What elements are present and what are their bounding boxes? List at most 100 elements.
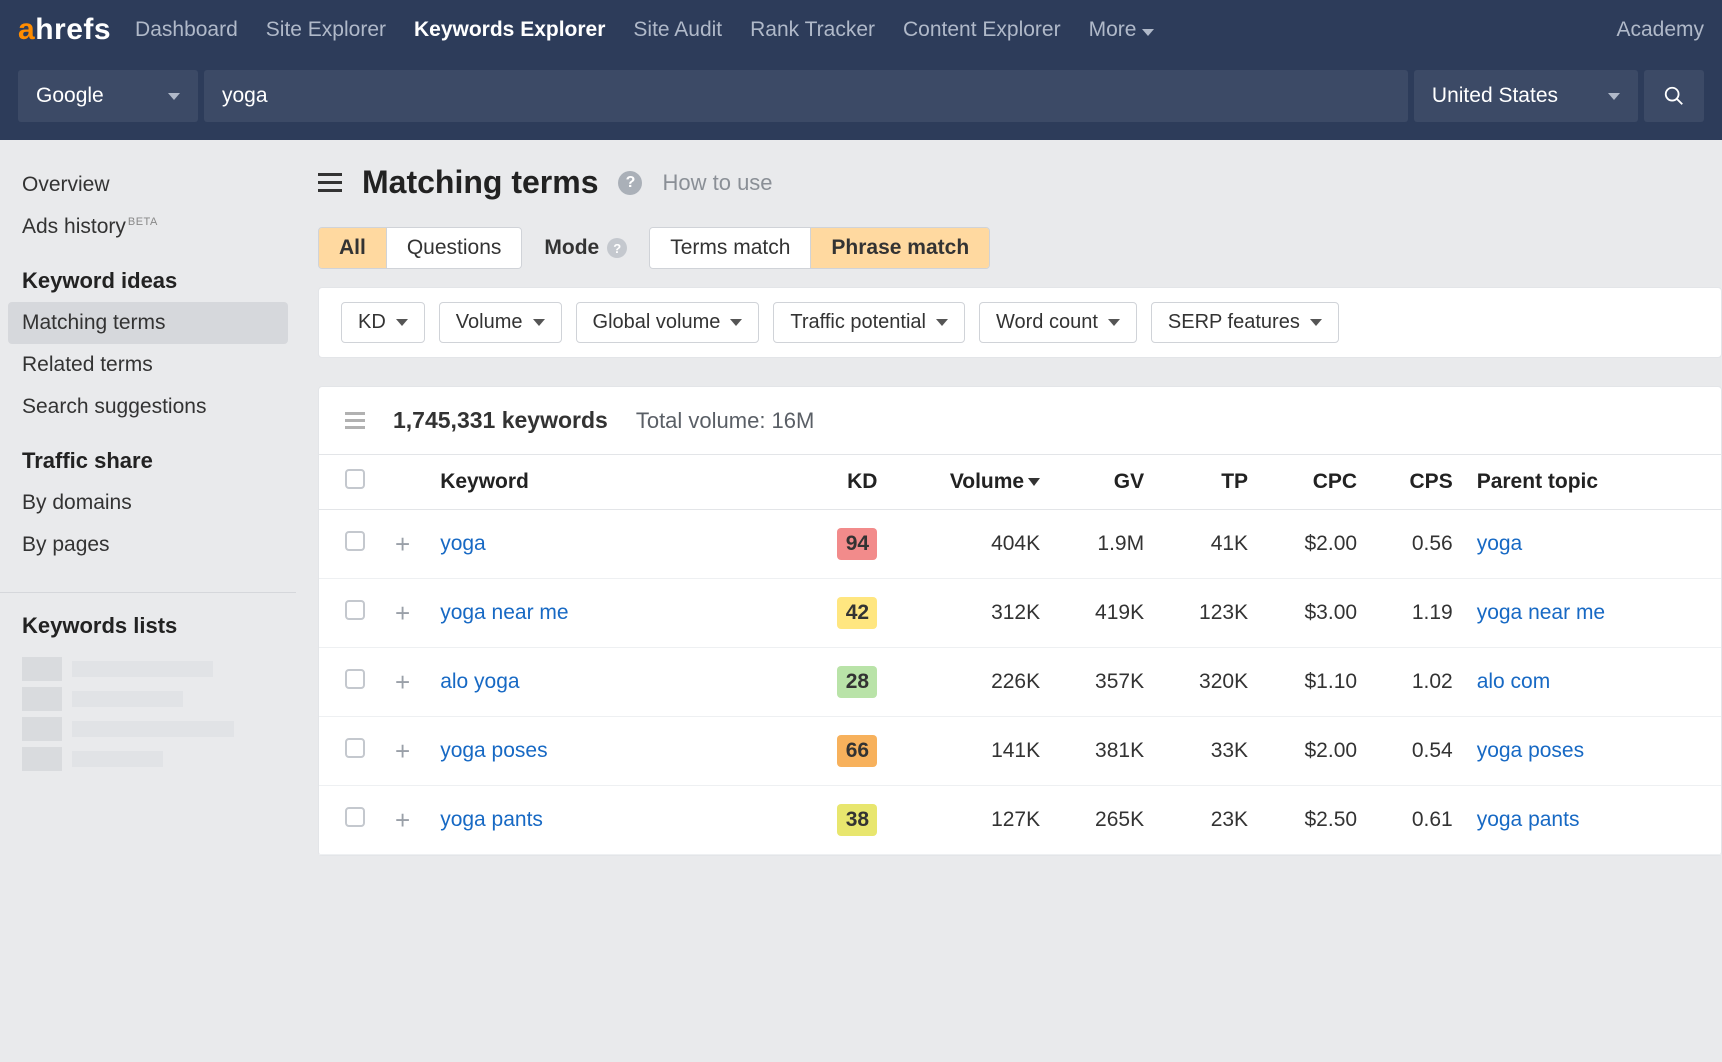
nav-academy[interactable]: Academy xyxy=(1616,18,1704,42)
expand-button[interactable]: + xyxy=(389,805,416,835)
keywords-table: KeywordKDVolumeGVTPCPCCPSParent topic + y… xyxy=(319,454,1721,855)
col-cps[interactable]: CPS xyxy=(1369,455,1465,510)
sidebar-item-search-suggestions[interactable]: Search suggestions xyxy=(0,386,296,428)
keyword-input-wrap[interactable] xyxy=(204,70,1408,122)
chevron-down-icon xyxy=(1608,93,1620,100)
cell-volume: 312K xyxy=(889,579,1052,648)
cell-tp: 41K xyxy=(1156,510,1260,579)
nav-site-explorer[interactable]: Site Explorer xyxy=(266,18,386,42)
cell-volume: 141K xyxy=(889,717,1052,786)
sidebar-item-related-terms[interactable]: Related terms xyxy=(0,344,296,386)
how-to-use-link[interactable]: How to use xyxy=(662,170,772,196)
select-all-checkbox[interactable] xyxy=(345,469,365,489)
sidebar-item-overview[interactable]: Overview xyxy=(0,164,296,206)
col-keyword[interactable]: Keyword xyxy=(428,455,798,510)
sidebar-item-by-domains[interactable]: By domains xyxy=(0,482,296,524)
row-checkbox[interactable] xyxy=(345,807,365,827)
search-button[interactable] xyxy=(1644,70,1704,122)
mode-segment: Terms matchPhrase match xyxy=(649,227,990,269)
sidebar-item-ads-history[interactable]: Ads historyBETA xyxy=(0,206,296,248)
col-gv[interactable]: GV xyxy=(1052,455,1156,510)
col-cpc[interactable]: CPC xyxy=(1260,455,1369,510)
search-engine-select[interactable]: Google xyxy=(18,70,198,122)
parent-topic-link[interactable]: yoga poses xyxy=(1477,739,1584,762)
parent-topic-link[interactable]: yoga near me xyxy=(1477,601,1605,624)
expand-button[interactable]: + xyxy=(389,598,416,628)
logo-rest: hrefs xyxy=(35,13,111,46)
view-toggles: AllQuestions Mode ? Terms matchPhrase ma… xyxy=(318,227,1722,269)
col-volume[interactable]: Volume xyxy=(889,455,1052,510)
chevron-down-icon xyxy=(1108,319,1120,326)
keyword-link[interactable]: yoga xyxy=(440,532,486,555)
row-checkbox[interactable] xyxy=(345,600,365,620)
filter-word-count[interactable]: Word count xyxy=(979,302,1137,343)
col-parent-topic[interactable]: Parent topic xyxy=(1465,455,1721,510)
seg-questions[interactable]: Questions xyxy=(387,228,522,268)
parent-topic-link[interactable]: alo com xyxy=(1477,670,1551,693)
row-checkbox[interactable] xyxy=(345,669,365,689)
kd-badge: 66 xyxy=(837,735,877,767)
chevron-down-icon xyxy=(936,319,948,326)
keyword-link[interactable]: yoga poses xyxy=(440,739,547,762)
nav-dashboard[interactable]: Dashboard xyxy=(135,18,238,42)
keyword-link[interactable]: yoga pants xyxy=(440,808,543,831)
page-title: Matching terms xyxy=(362,164,598,201)
country-label: United States xyxy=(1432,84,1558,108)
menu-icon[interactable] xyxy=(318,173,342,192)
keyword-link[interactable]: yoga near me xyxy=(440,601,568,624)
filter-serp-features[interactable]: SERP features xyxy=(1151,302,1339,343)
seg-all[interactable]: All xyxy=(319,228,387,268)
cell-volume: 226K xyxy=(889,648,1052,717)
chevron-down-icon xyxy=(168,93,180,100)
help-icon[interactable]: ? xyxy=(607,238,627,258)
cell-cpc: $2.50 xyxy=(1260,786,1369,855)
sidebar-item-by-pages[interactable]: By pages xyxy=(0,524,296,566)
filter-label: Volume xyxy=(456,311,523,334)
parent-topic-link[interactable]: yoga pants xyxy=(1477,808,1580,831)
cell-gv: 419K xyxy=(1052,579,1156,648)
sidebar-heading-traffic-share: Traffic share xyxy=(0,428,296,482)
filter-global-volume[interactable]: Global volume xyxy=(576,302,760,343)
col-tp[interactable]: TP xyxy=(1156,455,1260,510)
table-row: +yoga pants38127K265K23K$2.500.61yoga pa… xyxy=(319,786,1721,855)
parent-topic-link[interactable]: yoga xyxy=(1477,532,1523,555)
cell-volume: 127K xyxy=(889,786,1052,855)
cell-cps: 0.54 xyxy=(1369,717,1465,786)
expand-button[interactable]: + xyxy=(389,529,416,559)
col-kd[interactable]: KD xyxy=(798,455,889,510)
seg-phrase-match[interactable]: Phrase match xyxy=(811,228,989,268)
keyword-input[interactable] xyxy=(222,84,1390,108)
cell-cpc: $1.10 xyxy=(1260,648,1369,717)
filter-traffic-potential[interactable]: Traffic potential xyxy=(773,302,965,343)
filter-label: Global volume xyxy=(593,311,721,334)
expand-button[interactable]: + xyxy=(389,667,416,697)
cell-cps: 0.56 xyxy=(1369,510,1465,579)
brand-logo[interactable]: ahrefs xyxy=(18,13,111,47)
results-panel: 1,745,331 keywords Total volume: 16M Key… xyxy=(318,386,1722,856)
filter-kd[interactable]: KD xyxy=(341,302,425,343)
row-checkbox[interactable] xyxy=(345,738,365,758)
nav-site-audit[interactable]: Site Audit xyxy=(633,18,722,42)
cell-gv: 357K xyxy=(1052,648,1156,717)
expand-button[interactable]: + xyxy=(389,736,416,766)
filter-volume[interactable]: Volume xyxy=(439,302,562,343)
sidebar-heading-keyword-ideas: Keyword ideas xyxy=(0,248,296,302)
cell-tp: 320K xyxy=(1156,648,1260,717)
nav-keywords-explorer[interactable]: Keywords Explorer xyxy=(414,18,605,42)
nav-content-explorer[interactable]: Content Explorer xyxy=(903,18,1061,42)
filter-label: KD xyxy=(358,311,386,334)
nav-rank-tracker[interactable]: Rank Tracker xyxy=(750,18,875,42)
sidebar-item-matching-terms[interactable]: Matching terms xyxy=(8,302,288,344)
cell-cps: 0.61 xyxy=(1369,786,1465,855)
chevron-down-icon xyxy=(533,319,545,326)
seg-terms-match[interactable]: Terms match xyxy=(650,228,811,268)
nav-more[interactable]: More xyxy=(1089,18,1155,42)
keyword-link[interactable]: alo yoga xyxy=(440,670,519,693)
country-select[interactable]: United States xyxy=(1414,70,1638,122)
kd-badge: 38 xyxy=(837,804,877,836)
row-checkbox[interactable] xyxy=(345,531,365,551)
help-icon[interactable]: ? xyxy=(618,171,642,195)
chevron-down-icon xyxy=(730,319,742,326)
cell-gv: 381K xyxy=(1052,717,1156,786)
list-density-icon[interactable] xyxy=(345,412,365,429)
